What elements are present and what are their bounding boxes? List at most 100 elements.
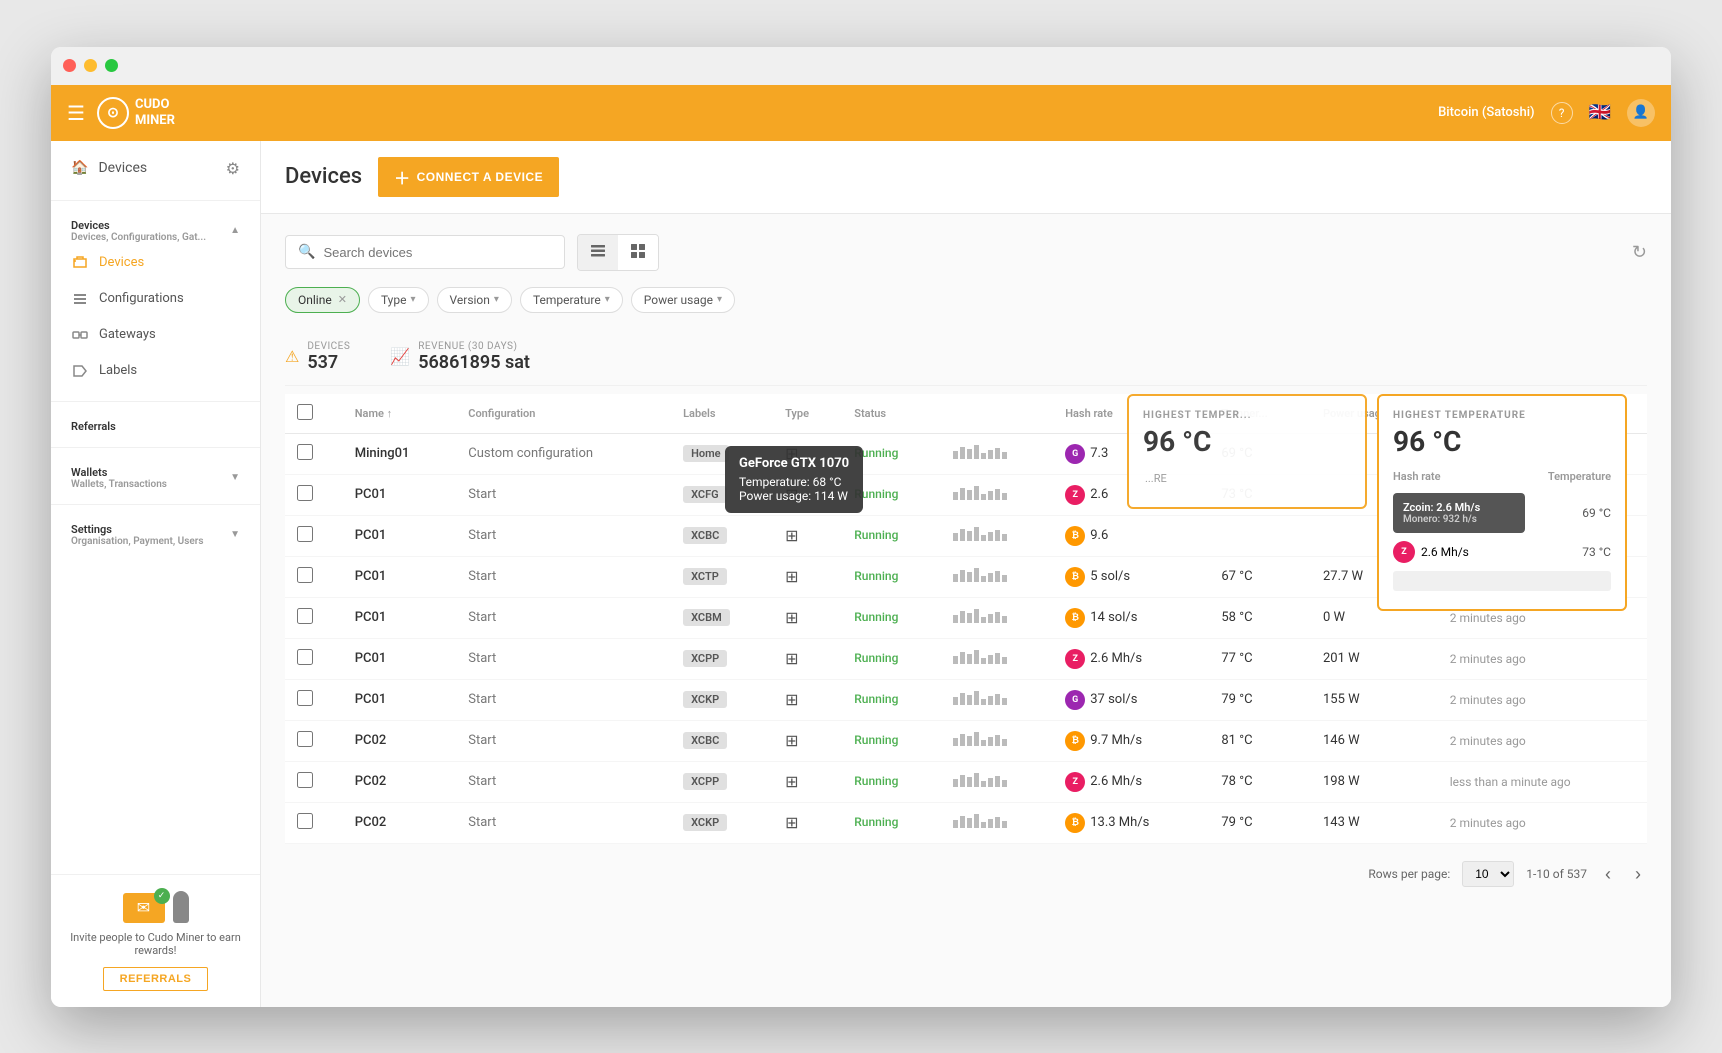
row-label: XCPP [671,761,773,802]
refresh-button[interactable]: ↻ [1632,242,1647,263]
sidebar-group-sublabel: Devices, Configurations, Gat... [71,232,206,243]
row-name: PC02 [343,761,457,802]
row-select[interactable] [297,444,313,460]
col-name[interactable]: Name ↑ [343,394,457,434]
row-name: PC01 [343,679,457,720]
table-row[interactable]: PC02 Start XCBC ⊞ Running ₿ 9.7 Mh/s 81 … [285,720,1647,761]
row-config: Start [456,597,671,638]
minimize-button[interactable] [84,59,97,72]
hamburger-menu[interactable]: ☰ [67,101,85,125]
hc-left-value: 96 °C [1143,425,1351,458]
list-view-button[interactable] [578,235,618,270]
row-select[interactable] [297,649,313,665]
row-hashrate: ₿ 14 sol/s [1053,597,1209,638]
col-configuration: Configuration [456,394,671,434]
main-content: Devices ＋ CONNECT A DEVICE 🔍 [261,141,1671,1007]
pagination-next[interactable]: › [1629,860,1647,889]
row-select[interactable] [297,772,313,788]
user-avatar[interactable]: 👤 [1627,99,1655,127]
table-row[interactable]: PC02 Start XCPP ⊞ Running Z 2.6 Mh/s 78 … [285,761,1647,802]
row-select[interactable] [297,526,313,542]
search-box[interactable]: 🔍 [285,235,565,269]
row-name: PC02 [343,720,457,761]
logo-text: CUDOMINER [135,97,175,128]
row-checkbox[interactable] [285,802,343,843]
row-config: Start [456,556,671,597]
hc-gpu2-row: Z 2.6 Mh/s [1393,541,1525,563]
pagination-range: 1-10 of 537 [1526,867,1587,881]
row-checkbox[interactable] [285,720,343,761]
row-select[interactable] [297,567,313,583]
select-all-checkbox[interactable] [297,404,313,420]
row-temp: 77 °C [1209,638,1311,679]
row-checkbox[interactable] [285,474,343,515]
row-select[interactable] [297,608,313,624]
table-row[interactable]: PC02 Start XCKP ⊞ Running ₿ 13.3 Mh/s 79… [285,802,1647,843]
rows-per-page-select[interactable]: 10 25 50 [1462,861,1514,887]
table-row[interactable]: PC01 Start XCPP ⊞ Running Z 2.6 Mh/s 77 … [285,638,1647,679]
filter-type[interactable]: Type ▾ [368,287,429,313]
sidebar-group-header-referrals[interactable]: Referrals [51,414,260,435]
labels-icon [71,362,89,380]
maximize-button[interactable] [105,59,118,72]
row-checkbox[interactable] [285,761,343,802]
row-checkbox[interactable] [285,638,343,679]
sidebar-item-labels[interactable]: Labels [51,353,260,389]
table-row[interactable]: PC01 Start XCKP ⊞ Running G 37 sol/s 79 … [285,679,1647,720]
row-config: Start [456,638,671,679]
row-temp: 78 °C [1209,761,1311,802]
search-input[interactable] [323,245,552,260]
filter-online-remove[interactable]: ✕ [338,293,347,306]
help-icon[interactable]: ? [1551,102,1573,124]
sidebar-item-gateways[interactable]: Gateways [51,317,260,353]
referrals-button[interactable]: REFERRALS [103,967,209,991]
settings-collapse-arrow[interactable]: ▼ [230,529,240,540]
filter-power[interactable]: Power usage ▾ [631,287,735,313]
row-hashrate: ₿ 9.6 [1053,515,1209,556]
stats-row: ⚠ DEVICES 537 📈 REVENUE (30 DAYS) 568618… [285,329,1647,386]
filter-version-arrow: ▾ [494,294,499,305]
filter-temperature[interactable]: Temperature ▾ [520,287,623,313]
row-status: Running [842,638,940,679]
sidebar-item-devices[interactable]: Devices [51,245,260,281]
row-status: Running [842,720,940,761]
row-select[interactable] [297,485,313,501]
row-bars [941,515,1054,556]
row-temp [1209,515,1311,556]
row-checkbox[interactable] [285,597,343,638]
row-bars [941,802,1054,843]
col-labels: Labels [671,394,773,434]
sidebar-labels-label: Labels [99,363,137,378]
sidebar-item-configurations[interactable]: Configurations [51,281,260,317]
filter-version[interactable]: Version ▾ [437,287,512,313]
language-flag[interactable]: 🇬🇧 [1589,102,1611,123]
filter-online[interactable]: Online ✕ [285,287,360,313]
stat-revenue: 📈 REVENUE (30 DAYS) 56861895 sat [390,341,530,373]
row-checkbox[interactable] [285,515,343,556]
hc-more-row [1393,571,1611,591]
row-checkbox[interactable] [285,433,343,474]
wallets-collapse-arrow[interactable]: ▼ [230,472,240,483]
sidebar-item-home[interactable]: 🏠 Devices ⚙ [51,149,260,188]
pagination-prev[interactable]: ‹ [1599,860,1617,889]
referral-text: Invite people to Cudo Miner to earn rewa… [67,931,244,957]
connect-device-button[interactable]: ＋ CONNECT A DEVICE [378,157,559,197]
sidebar-gateways-label: Gateways [99,327,156,342]
table-container: Name ↑ Configuration Labels Type Status … [285,394,1647,844]
row-select[interactable] [297,690,313,706]
row-lastseen: 2 minutes ago [1438,720,1647,761]
row-select[interactable] [297,813,313,829]
col-bars [941,394,1054,434]
wallets-label: Wallets [71,466,167,479]
col-checkbox [285,394,343,434]
row-checkbox[interactable] [285,556,343,597]
hc-gpu2-hashrate: 2.6 Mh/s [1421,545,1469,559]
sidebar-group-header-devices: Devices Devices, Configurations, Gat... … [51,213,260,245]
collapse-arrow[interactable]: ▲ [230,225,240,236]
col-status: Status [842,394,940,434]
close-button[interactable] [63,59,76,72]
row-checkbox[interactable] [285,679,343,720]
settings-icon[interactable]: ⚙ [226,159,240,178]
row-select[interactable] [297,731,313,747]
grid-view-button[interactable] [618,235,658,270]
